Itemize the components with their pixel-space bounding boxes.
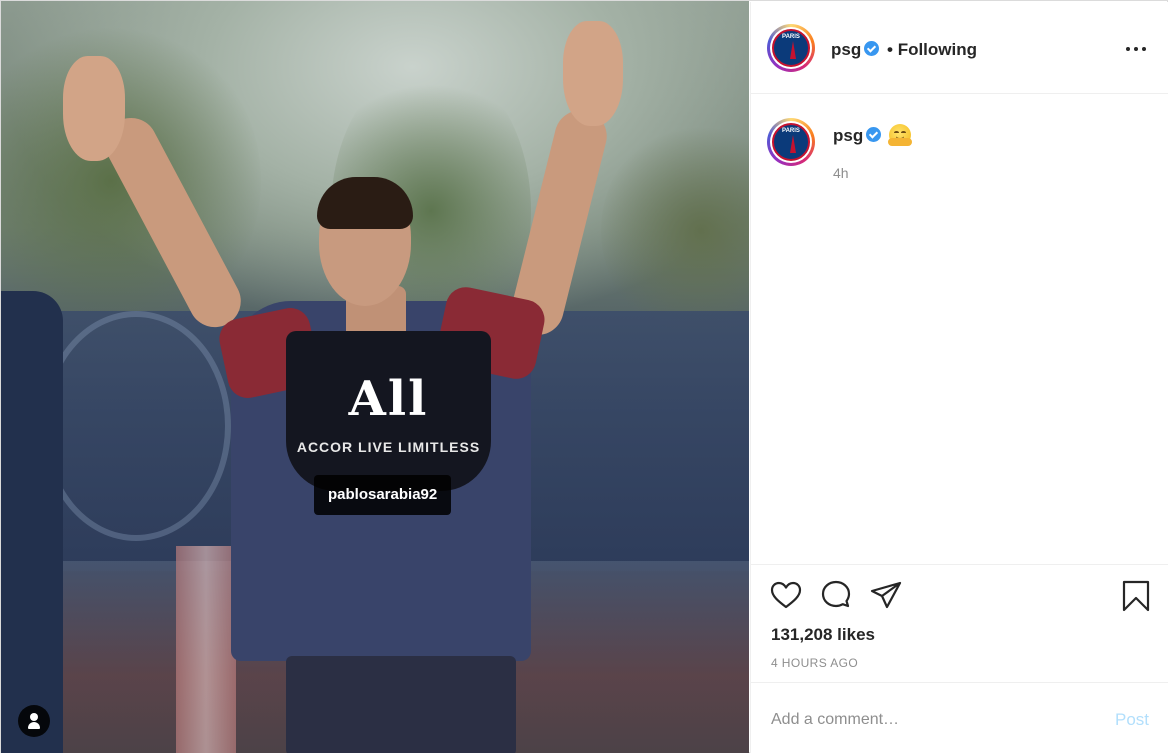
post-sidebar: PARIS psg • Following PARIS psg 4h 131,2… xyxy=(750,2,1168,753)
verified-badge-icon xyxy=(866,127,881,142)
post-photo[interactable]: All ACCOR LIVE LIMITLESS pablosarabia92 xyxy=(1,1,749,753)
comment-input[interactable] xyxy=(771,703,1091,737)
likes-count[interactable]: 131,208 likes xyxy=(771,625,875,645)
header-username[interactable]: psg xyxy=(831,40,861,60)
player-left-hand xyxy=(63,56,125,161)
post-header: PARIS psg • Following xyxy=(751,2,1168,94)
header-separator: • Following xyxy=(887,40,977,60)
post-comment-button[interactable]: Post xyxy=(1115,710,1149,730)
emoji-hands xyxy=(888,138,912,146)
more-options-icon[interactable] xyxy=(1125,36,1149,60)
comment-bar: Post xyxy=(751,682,1168,753)
photo-goal-post xyxy=(176,546,236,753)
psg-logo-icon: PARIS xyxy=(772,29,810,67)
hugging-face-emoji-icon xyxy=(888,124,912,146)
avatar[interactable]: PARIS xyxy=(767,24,815,72)
photo-background-crest xyxy=(41,311,231,541)
bib-sponsor-logo: All xyxy=(348,371,429,427)
following-button[interactable]: Following xyxy=(898,40,977,59)
psg-logo-icon: PARIS xyxy=(772,123,810,161)
comment-bubble-icon[interactable] xyxy=(819,579,853,613)
dot xyxy=(1134,47,1138,51)
save-bookmark-icon[interactable] xyxy=(1119,579,1153,613)
eiffel-tower-icon xyxy=(790,135,796,153)
dot xyxy=(1126,47,1130,51)
player-hair xyxy=(317,177,413,229)
dot xyxy=(1142,47,1146,51)
photo-second-player xyxy=(1,291,63,753)
user-icon-body xyxy=(28,722,40,729)
post-actions: 131,208 likes 4 HOURS AGO xyxy=(751,564,1168,682)
like-heart-icon[interactable] xyxy=(769,579,803,613)
player-right-hand xyxy=(563,21,623,126)
emoji-eye xyxy=(901,131,906,134)
post-modal: All ACCOR LIVE LIMITLESS pablosarabia92 … xyxy=(0,0,1168,753)
post-timestamp[interactable]: 4 HOURS AGO xyxy=(771,656,858,670)
emoji-eye xyxy=(894,131,899,134)
tagged-users-button[interactable] xyxy=(18,705,50,737)
verified-badge-icon xyxy=(864,41,879,56)
bib-sponsor-text: ACCOR LIVE LIMITLESS xyxy=(296,439,481,455)
user-icon xyxy=(30,713,38,721)
share-paper-plane-icon[interactable] xyxy=(869,579,903,613)
user-tag-label[interactable]: pablosarabia92 xyxy=(314,475,452,515)
player-shorts xyxy=(286,656,516,753)
logo-text: PARIS xyxy=(782,34,800,40)
caption-username[interactable]: psg xyxy=(833,126,863,146)
eiffel-tower-icon xyxy=(790,41,796,59)
separator-dot: • xyxy=(887,40,893,59)
logo-text: PARIS xyxy=(782,128,800,134)
caption-timestamp[interactable]: 4h xyxy=(833,165,849,181)
caption-avatar[interactable]: PARIS xyxy=(767,118,815,166)
training-bib: All ACCOR LIVE LIMITLESS xyxy=(286,331,491,491)
